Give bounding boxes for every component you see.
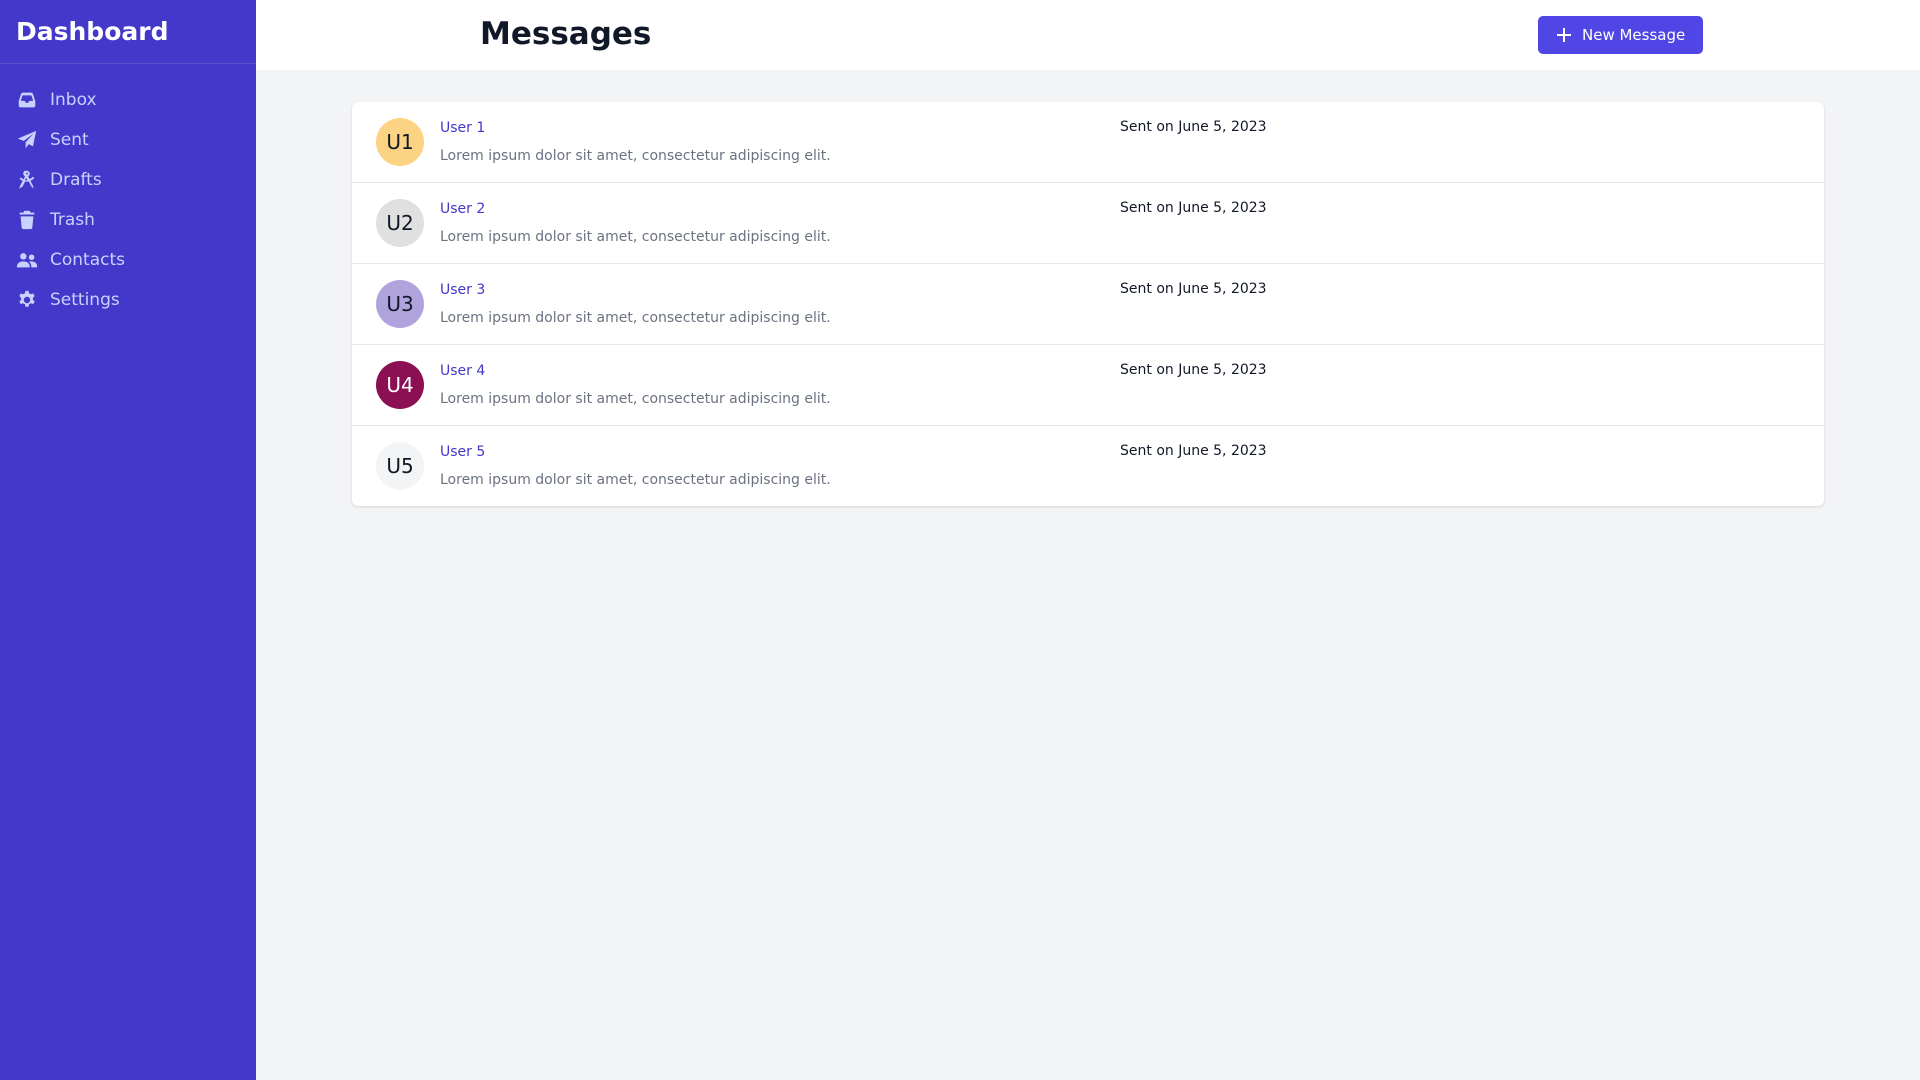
content: U1 User 1 Lorem ipsum dolor sit amet, co…	[256, 70, 1920, 506]
sidebar-item-contacts[interactable]: Contacts	[0, 240, 256, 280]
new-message-label: New Message	[1582, 26, 1686, 44]
message-body: User 5 Lorem ipsum dolor sit amet, conse…	[440, 443, 831, 489]
message-row[interactable]: U1 User 1 Lorem ipsum dolor sit amet, co…	[352, 102, 1824, 183]
message-body: User 4 Lorem ipsum dolor sit amet, conse…	[440, 362, 831, 408]
gear-icon	[16, 289, 38, 311]
message-snippet: Lorem ipsum dolor sit amet, consectetur …	[440, 148, 831, 164]
sidebar-item-trash[interactable]: Trash	[0, 200, 256, 240]
message-row[interactable]: U2 User 2 Lorem ipsum dolor sit amet, co…	[352, 183, 1824, 264]
sidebar: Dashboard Inbox Sent Drafts Trash Contac…	[0, 0, 256, 1080]
avatar: U5	[376, 442, 424, 490]
sidebar-item-settings[interactable]: Settings	[0, 280, 256, 320]
avatar: U4	[376, 361, 424, 409]
sidebar-item-label: Drafts	[50, 170, 102, 190]
sent-date: Sent on June 5, 2023	[1120, 281, 1267, 297]
avatar: U3	[376, 280, 424, 328]
sidebar-item-label: Trash	[50, 210, 95, 230]
sender-link[interactable]: User 3	[440, 281, 831, 301]
message-list: U1 User 1 Lorem ipsum dolor sit amet, co…	[352, 102, 1824, 506]
message-snippet: Lorem ipsum dolor sit amet, consectetur …	[440, 391, 831, 407]
sidebar-item-drafts[interactable]: Drafts	[0, 160, 256, 200]
sidebar-item-label: Settings	[50, 290, 120, 310]
message-row[interactable]: U5 User 5 Lorem ipsum dolor sit amet, co…	[352, 426, 1824, 506]
sender-link[interactable]: User 2	[440, 200, 831, 220]
message-body: User 2 Lorem ipsum dolor sit amet, conse…	[440, 200, 831, 246]
avatar: U2	[376, 199, 424, 247]
sidebar-item-inbox[interactable]: Inbox	[0, 80, 256, 120]
main-area: Messages New Message U1 User 1 Lorem ips…	[256, 0, 1920, 1080]
sidebar-item-sent[interactable]: Sent	[0, 120, 256, 160]
sidebar-title: Dashboard	[0, 0, 256, 64]
plus-icon	[1557, 28, 1571, 42]
new-message-button[interactable]: New Message	[1538, 16, 1704, 54]
trash-icon	[16, 209, 38, 231]
sidebar-item-label: Inbox	[50, 90, 97, 110]
users-icon	[16, 249, 38, 271]
message-snippet: Lorem ipsum dolor sit amet, consectetur …	[440, 472, 831, 488]
message-snippet: Lorem ipsum dolor sit amet, consectetur …	[440, 310, 831, 326]
page-title: Messages	[480, 16, 652, 52]
sender-link[interactable]: User 5	[440, 443, 831, 463]
sent-date: Sent on June 5, 2023	[1120, 443, 1267, 459]
paper-plane-icon	[16, 129, 38, 151]
sent-date: Sent on June 5, 2023	[1120, 119, 1267, 135]
message-row[interactable]: U3 User 3 Lorem ipsum dolor sit amet, co…	[352, 264, 1824, 345]
avatar: U1	[376, 118, 424, 166]
inbox-icon	[16, 89, 38, 111]
page-header: Messages New Message	[256, 0, 1920, 70]
sender-link[interactable]: User 1	[440, 119, 831, 139]
sidebar-nav: Inbox Sent Drafts Trash Contacts Setting…	[0, 64, 256, 320]
drafting-compass-icon	[16, 169, 38, 191]
message-body: User 3 Lorem ipsum dolor sit amet, conse…	[440, 281, 831, 327]
message-row[interactable]: U4 User 4 Lorem ipsum dolor sit amet, co…	[352, 345, 1824, 426]
app-root: Dashboard Inbox Sent Drafts Trash Contac…	[0, 0, 1920, 1080]
sidebar-item-label: Sent	[50, 130, 89, 150]
message-snippet: Lorem ipsum dolor sit amet, consectetur …	[440, 229, 831, 245]
message-body: User 1 Lorem ipsum dolor sit amet, conse…	[440, 119, 831, 165]
sent-date: Sent on June 5, 2023	[1120, 200, 1267, 216]
sent-date: Sent on June 5, 2023	[1120, 362, 1267, 378]
sidebar-item-label: Contacts	[50, 250, 125, 270]
sender-link[interactable]: User 4	[440, 362, 831, 382]
